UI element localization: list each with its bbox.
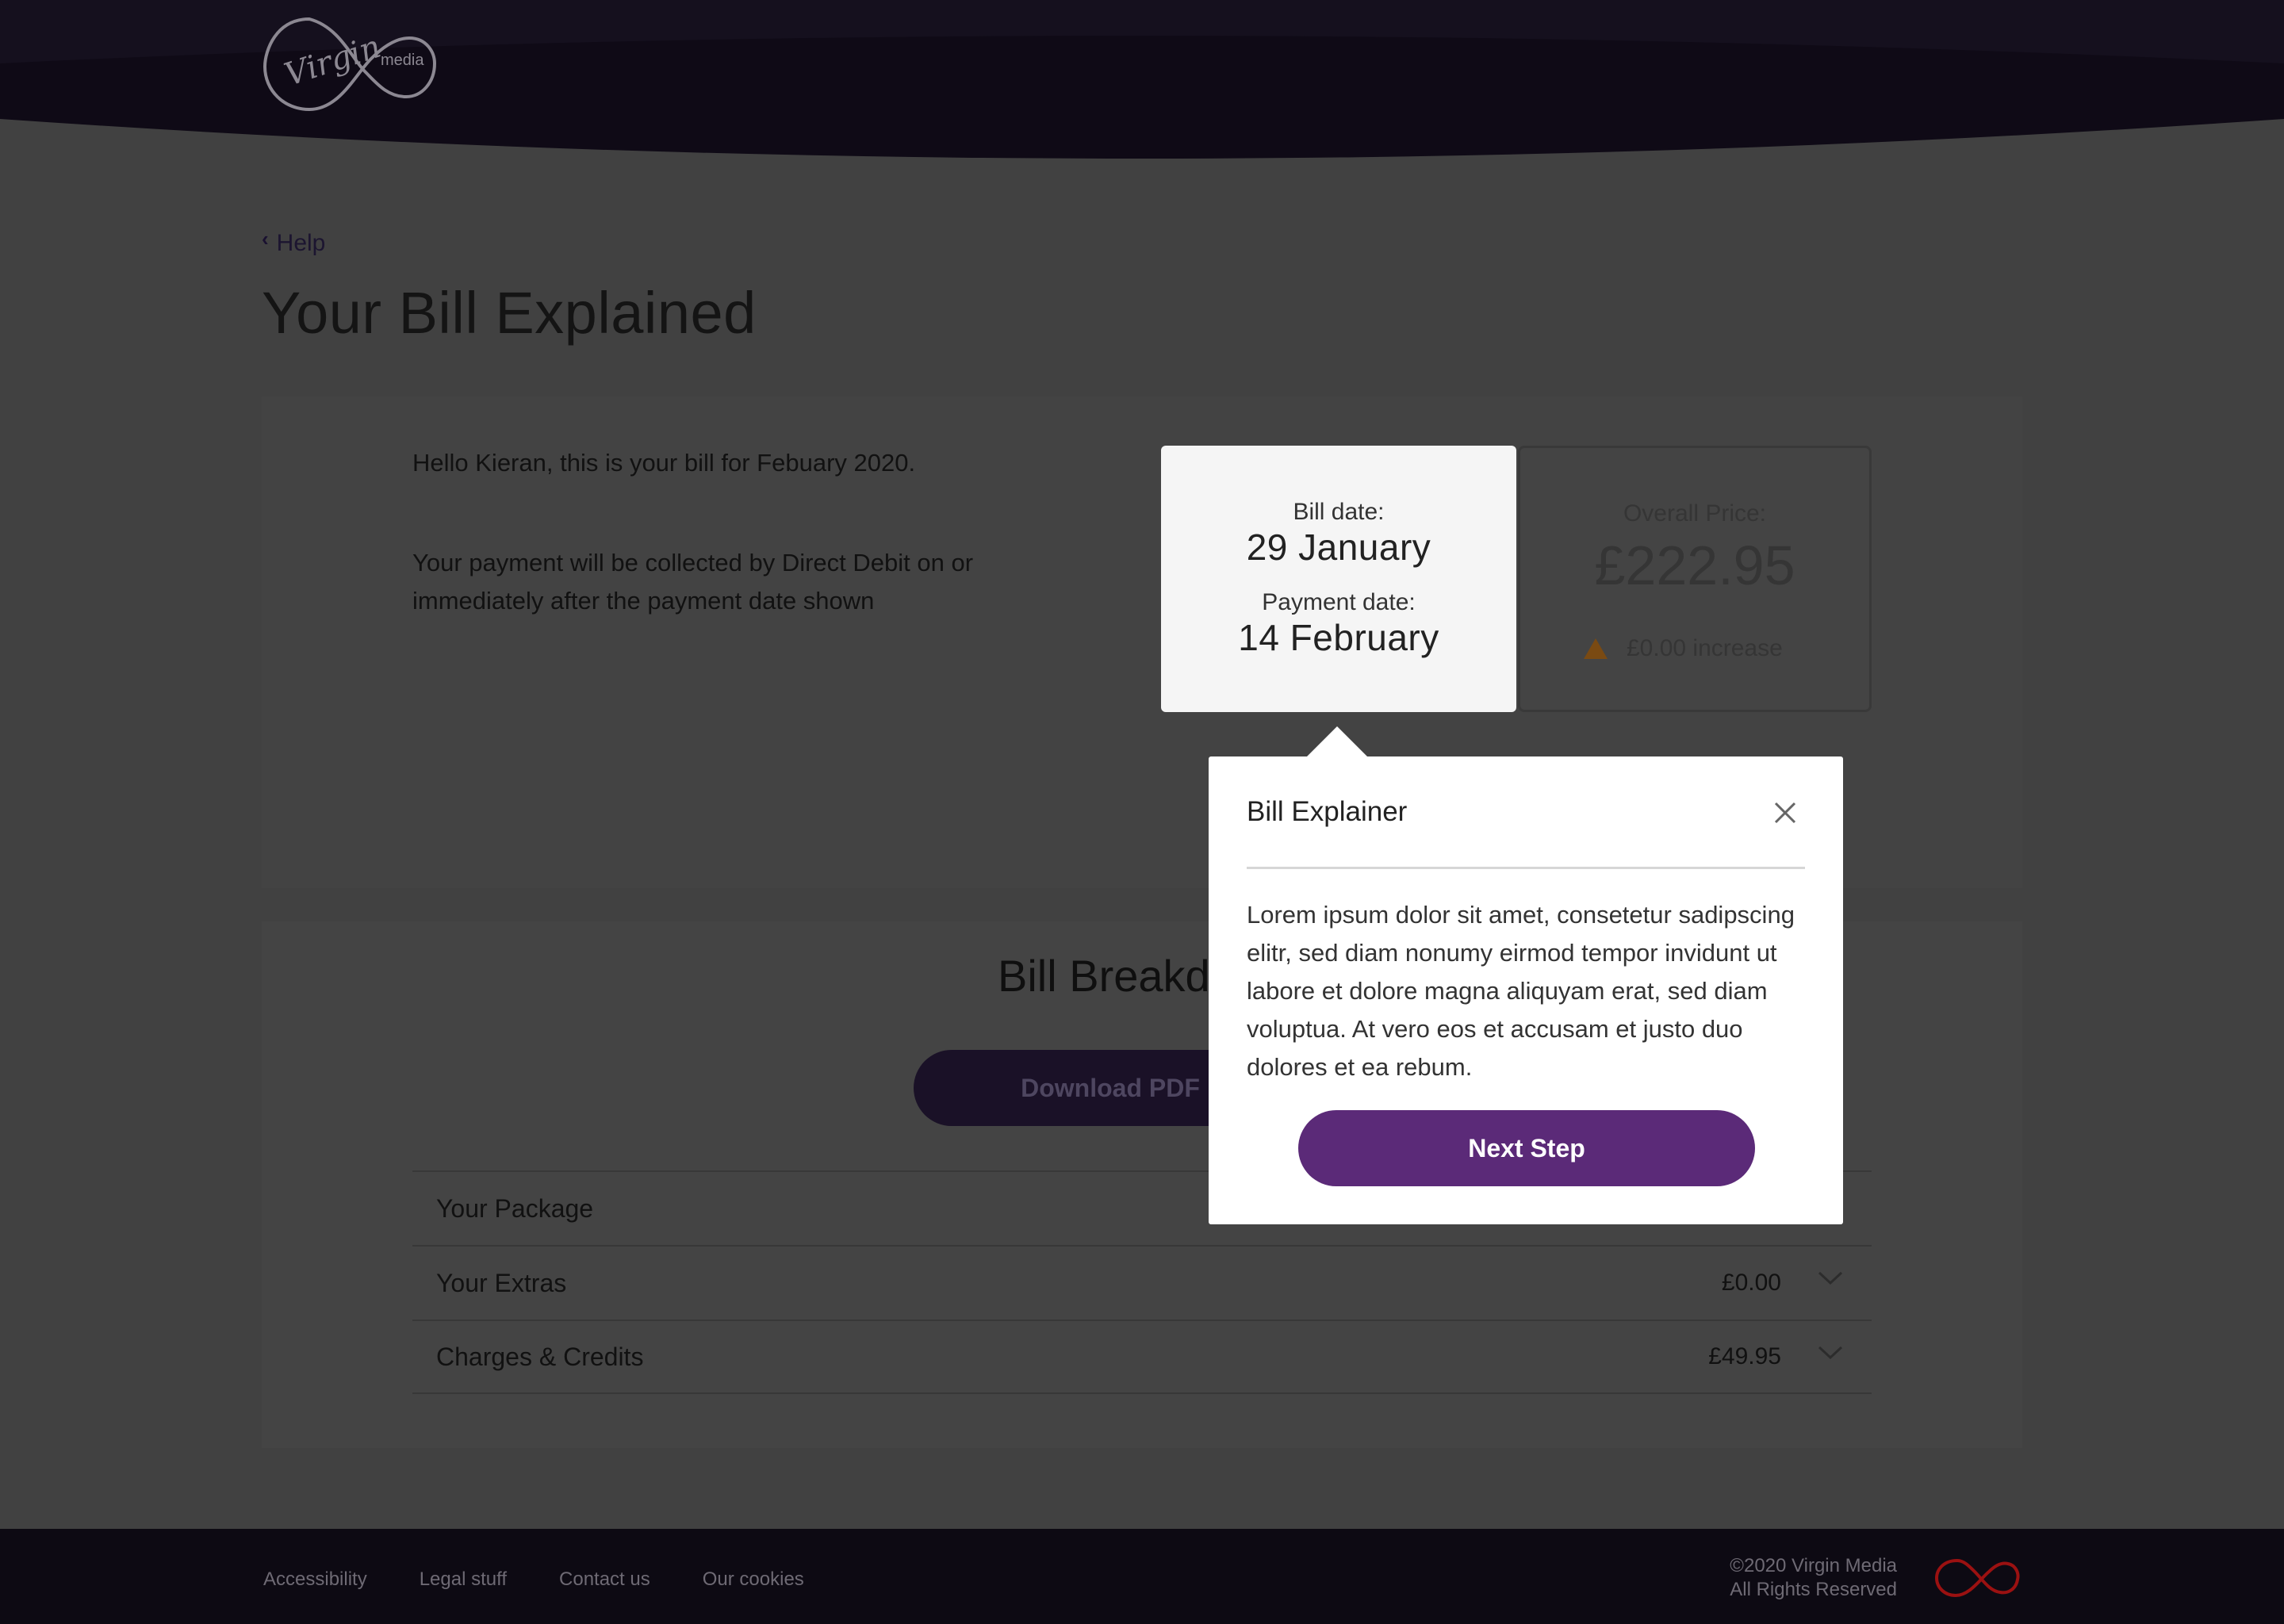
footer-link-contact[interactable]: Contact us (559, 1568, 650, 1591)
popover-title: Bill Explainer (1247, 796, 1408, 827)
overall-price-value: £222.95 (1594, 534, 1795, 596)
row-label: Charges & Credits (436, 1342, 644, 1371)
overall-price-label: Overall Price: (1623, 500, 1767, 527)
greeting-text: Hello Kieran, this is your bill for Febu… (412, 449, 916, 477)
row-label: Your Extras (436, 1268, 567, 1297)
bill-dates-highlight: Bill date: 29 January Payment date: 14 F… (1161, 446, 1516, 712)
next-step-button[interactable]: Next Step (1298, 1110, 1755, 1186)
footer-link-accessibility[interactable]: Accessibility (263, 1568, 367, 1591)
copyright-text: ©2020 Virgin Media All Rights Reserved (1730, 1554, 1897, 1602)
copyright-line-1: ©2020 Virgin Media (1730, 1555, 1897, 1576)
site-footer: Accessibility Legal stuff Contact us Our… (0, 1529, 2284, 1624)
back-link-label: Help (276, 230, 326, 256)
footer-links: Accessibility Legal stuff Contact us Our… (263, 1568, 804, 1591)
row-label: Your Package (436, 1193, 594, 1223)
popover-body: Lorem ipsum dolor sit amet, consetetur s… (1247, 901, 1795, 1081)
row-amount: £49.95 (1708, 1343, 1781, 1369)
direct-debit-note: Your payment will be collected by Direct… (412, 549, 974, 615)
price-change-text: £0.00 increase (1627, 635, 1783, 661)
svg-text:Virgin: Virgin (280, 29, 385, 94)
back-to-help-link[interactable]: ‹ Help (262, 226, 326, 257)
popover-divider (1247, 867, 1805, 869)
triangle-up-icon (1584, 638, 1608, 659)
payment-date-value: 14 February (1238, 617, 1439, 658)
bill-date-value: 29 January (1246, 527, 1431, 568)
payment-date-label: Payment date: (1262, 589, 1416, 615)
close-icon[interactable] (1772, 799, 1799, 826)
virgin-media-logo-icon: Virgin media (263, 17, 437, 112)
page-title: Your Bill Explained (262, 280, 757, 346)
virgin-media-infinity-icon (1934, 1558, 2020, 1598)
bill-date-label: Bill date: (1293, 499, 1385, 525)
chevron-down-icon (1818, 1271, 1843, 1285)
copyright-line-2: All Rights Reserved (1730, 1579, 1897, 1600)
popover-arrow (1307, 726, 1367, 756)
site-header: Virgin media (0, 0, 2284, 159)
bill-explainer-popover: Bill Explainer Lorem ipsum dolor sit ame… (1209, 726, 1843, 1224)
svg-text:media: media (381, 52, 424, 69)
breakdown-row-extras[interactable]: Your Extras £0.00 (412, 1245, 1872, 1320)
virgin-media-logo[interactable]: Virgin media (260, 11, 438, 116)
overall-price-panel: Overall Price: £222.95 £0.00 increase (1518, 446, 1872, 712)
footer-link-cookies[interactable]: Our cookies (703, 1568, 804, 1591)
breakdown-row-charges-credits[interactable]: Charges & Credits £49.95 (412, 1320, 1872, 1394)
row-amount: £0.00 (1721, 1270, 1781, 1296)
footer-link-legal[interactable]: Legal stuff (420, 1568, 507, 1591)
price-change-indicator: £0.00 increase (1584, 635, 1783, 662)
chevron-down-icon (1818, 1346, 1843, 1360)
chevron-left-icon: ‹ (262, 226, 269, 251)
